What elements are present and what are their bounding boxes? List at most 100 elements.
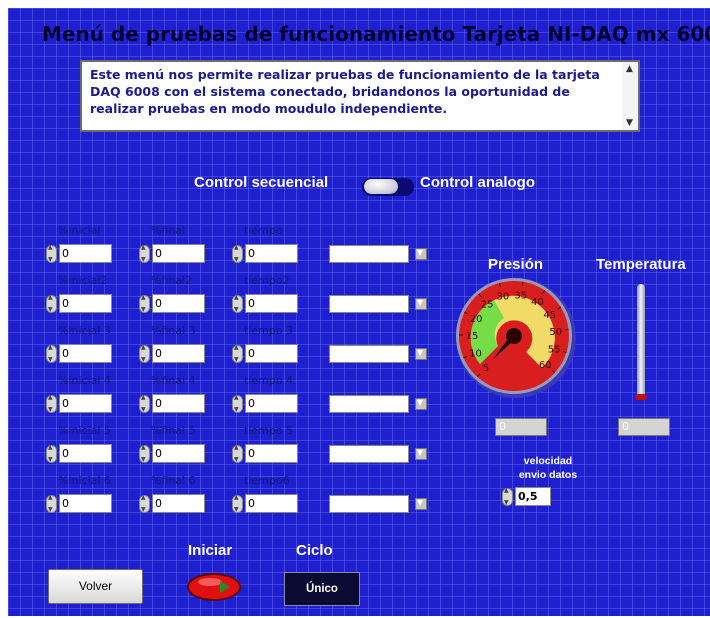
numeric-field[interactable]: 0: [152, 444, 205, 463]
numeric-field[interactable]: 0: [245, 394, 298, 413]
row-label: %final 5: [151, 424, 196, 437]
ring-selector[interactable]: [329, 445, 409, 463]
numeric-control[interactable]: 0: [46, 243, 112, 263]
row-label: %final 6: [151, 474, 196, 487]
description-scrollbar[interactable]: ▲ ▼: [622, 62, 638, 130]
spinner-icon[interactable]: [46, 344, 57, 363]
numeric-control[interactable]: 0: [139, 443, 205, 463]
start-led-highlight: [198, 578, 222, 586]
numeric-control[interactable]: 0: [232, 493, 298, 513]
speed-field[interactable]: 0,5: [515, 487, 551, 506]
spinner-icon[interactable]: [46, 294, 57, 313]
row-label: %final2: [151, 274, 193, 287]
numeric-control[interactable]: 0: [139, 393, 205, 413]
numeric-field[interactable]: 0: [59, 444, 112, 463]
pressure-display: 0: [495, 418, 547, 436]
numeric-field[interactable]: 0: [152, 494, 205, 513]
mode-toggle-switch[interactable]: [362, 178, 414, 196]
numeric-control[interactable]: 0: [46, 443, 112, 463]
speed-spinner[interactable]: [502, 487, 513, 506]
gauge-scale-label: 50: [549, 327, 562, 338]
front-panel: Menú de pruebas de funcionamiento Tarjet…: [8, 8, 710, 616]
temperature-display: 0: [618, 418, 670, 436]
numeric-control[interactable]: 0: [232, 243, 298, 263]
row-label: %final 4: [151, 374, 196, 387]
dropdown-icon[interactable]: [415, 398, 427, 410]
back-button[interactable]: Volver: [48, 569, 143, 604]
scroll-up-icon[interactable]: ▲: [626, 64, 633, 74]
gauge-scale-label: 45: [543, 310, 556, 321]
spinner-icon[interactable]: [139, 394, 150, 413]
ring-selector[interactable]: [329, 245, 409, 263]
numeric-control[interactable]: 0: [46, 343, 112, 363]
toggle-knob[interactable]: [364, 179, 398, 194]
dropdown-icon[interactable]: [415, 298, 427, 310]
numeric-control[interactable]: 0: [232, 393, 298, 413]
gauge-scale-label: 25: [481, 300, 494, 311]
numeric-control[interactable]: 0: [46, 293, 112, 313]
numeric-field[interactable]: 0: [245, 444, 298, 463]
spinner-icon[interactable]: [139, 494, 150, 513]
analog-control-label: Control analogo: [420, 174, 535, 191]
numeric-field[interactable]: 0: [245, 294, 298, 313]
numeric-field[interactable]: 0: [245, 244, 298, 263]
temperature-thermometer: [637, 284, 645, 400]
spinner-icon[interactable]: [46, 394, 57, 413]
spinner-icon[interactable]: [232, 444, 243, 463]
scroll-down-icon[interactable]: ▼: [626, 118, 633, 128]
spinner-icon[interactable]: [139, 244, 150, 263]
row-label: tiempo: [244, 224, 283, 237]
numeric-control[interactable]: 0: [46, 393, 112, 413]
gauge-scale-label: 30: [497, 292, 510, 303]
numeric-control[interactable]: 0: [46, 493, 112, 513]
numeric-field[interactable]: 0: [59, 494, 112, 513]
ring-selector[interactable]: [329, 345, 409, 363]
numeric-control[interactable]: 0: [232, 443, 298, 463]
numeric-field[interactable]: 0: [152, 394, 205, 413]
speed-control[interactable]: 0,5: [502, 486, 562, 506]
start-button[interactable]: [186, 572, 242, 602]
description-text: Este menú nos permite realizar pruebas d…: [90, 67, 600, 116]
numeric-field[interactable]: 0: [59, 294, 112, 313]
dropdown-icon[interactable]: [415, 348, 427, 360]
spinner-icon[interactable]: [46, 494, 57, 513]
gauge-scale-label: 5: [483, 363, 489, 374]
numeric-control[interactable]: 0: [139, 293, 205, 313]
ring-selector[interactable]: [329, 395, 409, 413]
numeric-control[interactable]: 0: [139, 243, 205, 263]
numeric-field[interactable]: 0: [59, 394, 112, 413]
dropdown-icon[interactable]: [415, 498, 427, 510]
pressure-gauge: 51015202530 354045505560: [456, 278, 576, 398]
numeric-field[interactable]: 0: [245, 494, 298, 513]
ring-selector[interactable]: [329, 495, 409, 513]
numeric-field[interactable]: 0: [59, 344, 112, 363]
dropdown-icon[interactable]: [415, 248, 427, 260]
numeric-control[interactable]: 0: [232, 343, 298, 363]
numeric-control[interactable]: 0: [139, 493, 205, 513]
page-title: Menú de pruebas de funcionamiento Tarjet…: [42, 22, 710, 46]
spinner-icon[interactable]: [232, 494, 243, 513]
spinner-icon[interactable]: [46, 244, 57, 263]
numeric-field[interactable]: 0: [152, 244, 205, 263]
numeric-field[interactable]: 0: [59, 244, 112, 263]
spinner-icon[interactable]: [232, 394, 243, 413]
ring-selector[interactable]: [329, 295, 409, 313]
gauge-hub: [506, 328, 522, 344]
numeric-control[interactable]: 0: [232, 293, 298, 313]
spinner-icon[interactable]: [139, 344, 150, 363]
spinner-icon[interactable]: [139, 444, 150, 463]
spinner-icon[interactable]: [232, 294, 243, 313]
gauge-scale-label: 10: [469, 349, 482, 360]
numeric-field[interactable]: 0: [245, 344, 298, 363]
row-label: %inicial2: [58, 274, 108, 287]
spinner-icon[interactable]: [232, 244, 243, 263]
spinner-icon[interactable]: [139, 294, 150, 313]
numeric-control[interactable]: 0: [139, 343, 205, 363]
numeric-field[interactable]: 0: [152, 294, 205, 313]
description-box[interactable]: Este menú nos permite realizar pruebas d…: [80, 60, 640, 132]
dropdown-icon[interactable]: [415, 448, 427, 460]
numeric-field[interactable]: 0: [152, 344, 205, 363]
spinner-icon[interactable]: [46, 444, 57, 463]
single-cycle-button[interactable]: Único: [284, 572, 360, 606]
spinner-icon[interactable]: [232, 344, 243, 363]
